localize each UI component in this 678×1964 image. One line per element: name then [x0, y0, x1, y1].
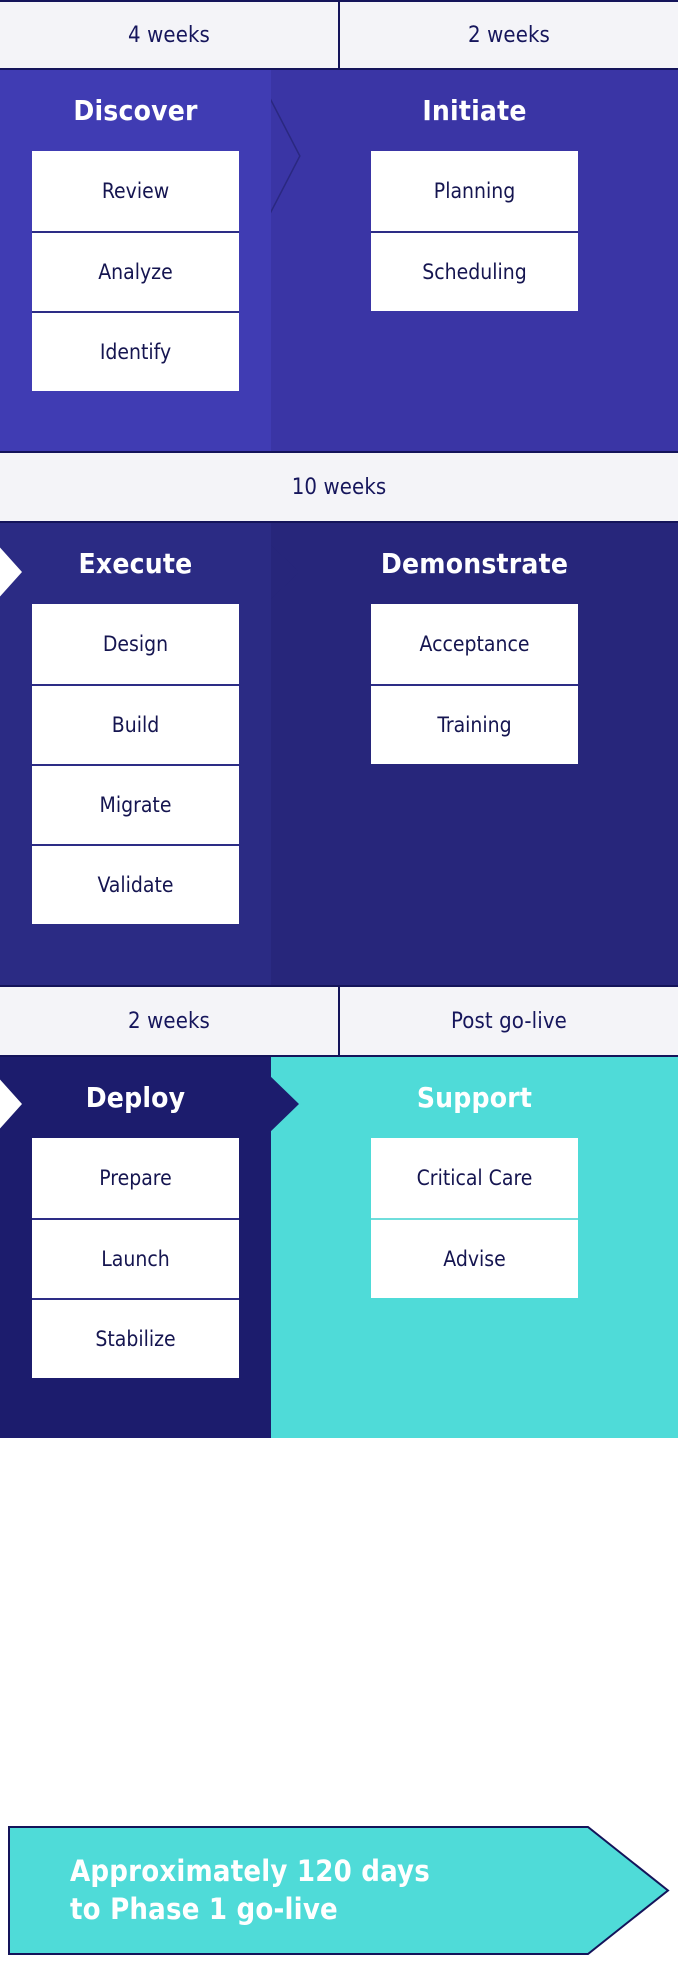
task-item[interactable]: Validate: [32, 844, 239, 924]
task-item[interactable]: Analyze: [32, 231, 239, 311]
phase-title-deploy: Deploy: [86, 1084, 186, 1112]
task-item[interactable]: Design: [32, 604, 239, 684]
phase-column-deploy[interactable]: Deploy Prepare Launch Stabilize: [0, 1057, 271, 1438]
task-list-demonstrate: Acceptance Training: [371, 604, 578, 764]
task-item[interactable]: Build: [32, 684, 239, 764]
task-list-discover: Review Analyze Identify: [32, 151, 239, 391]
banner-text: Approximately 120 days to Phase 1 go-liv…: [70, 1852, 550, 1929]
phase-column-initiate[interactable]: Initiate Planning Scheduling: [271, 70, 678, 451]
task-item[interactable]: Stabilize: [32, 1298, 239, 1378]
phase-column-execute[interactable]: Execute Design Build Migrate Validate: [0, 523, 271, 985]
task-item[interactable]: Planning: [371, 151, 578, 231]
duration-label: Post go-live: [451, 1009, 567, 1034]
task-item[interactable]: Prepare: [32, 1138, 239, 1218]
task-item[interactable]: Identify: [32, 311, 239, 391]
task-item[interactable]: Training: [371, 684, 578, 764]
duration-label: 2 weeks: [468, 23, 550, 48]
task-item[interactable]: Advise: [371, 1218, 578, 1298]
task-item[interactable]: Migrate: [32, 764, 239, 844]
phase-title-discover: Discover: [73, 97, 197, 125]
task-item[interactable]: Scheduling: [371, 231, 578, 311]
duration-cell-initiate: 2 weeks: [340, 2, 678, 68]
phase-title-initiate: Initiate: [422, 97, 526, 125]
duration-label: 4 weeks: [128, 23, 210, 48]
task-item[interactable]: Critical Care: [371, 1138, 578, 1218]
phase-title-support: Support: [417, 1084, 532, 1112]
duration-cell-support: Post go-live: [340, 987, 678, 1055]
task-list-execute: Design Build Migrate Validate: [32, 604, 239, 924]
arrow-notch-left-icon: [0, 523, 22, 985]
phase-band-row1: Discover Review Analyze Identify Initiat…: [0, 70, 678, 451]
project-timeline-diagram: 4 weeks 2 weeks Discover Review Analyze …: [0, 0, 678, 1964]
duration-cell-deploy: 2 weeks: [0, 987, 340, 1055]
phase-band-row3: Deploy Prepare Launch Stabilize Support …: [0, 1057, 678, 1438]
phase-column-support[interactable]: Support Critical Care Advise: [271, 1057, 678, 1438]
task-item[interactable]: Launch: [32, 1218, 239, 1298]
phase-title-demonstrate: Demonstrate: [381, 550, 568, 578]
duration-label: 2 weeks: [128, 1009, 210, 1034]
duration-band-row1: 4 weeks 2 weeks: [0, 0, 678, 70]
phase-column-discover[interactable]: Discover Review Analyze Identify: [0, 70, 271, 451]
duration-cell-execute-demonstrate: 10 weeks: [0, 453, 678, 521]
duration-band-row2: 10 weeks: [0, 451, 678, 523]
phase-title-execute: Execute: [79, 550, 193, 578]
task-list-support: Critical Care Advise: [371, 1138, 578, 1298]
phase-column-demonstrate[interactable]: Demonstrate Acceptance Training: [271, 523, 678, 985]
task-item[interactable]: Review: [32, 151, 239, 231]
summary-banner: Approximately 120 days to Phase 1 go-liv…: [8, 1825, 670, 1956]
task-list-initiate: Planning Scheduling: [371, 151, 578, 311]
phase-band-row2: Execute Design Build Migrate Validate De…: [0, 523, 678, 985]
duration-cell-discover: 4 weeks: [0, 2, 340, 68]
duration-band-row3: 2 weeks Post go-live: [0, 985, 678, 1057]
duration-label: 10 weeks: [292, 475, 387, 500]
task-list-deploy: Prepare Launch Stabilize: [32, 1138, 239, 1378]
task-item[interactable]: Acceptance: [371, 604, 578, 684]
arrow-notch-left-icon: [0, 1057, 22, 1438]
